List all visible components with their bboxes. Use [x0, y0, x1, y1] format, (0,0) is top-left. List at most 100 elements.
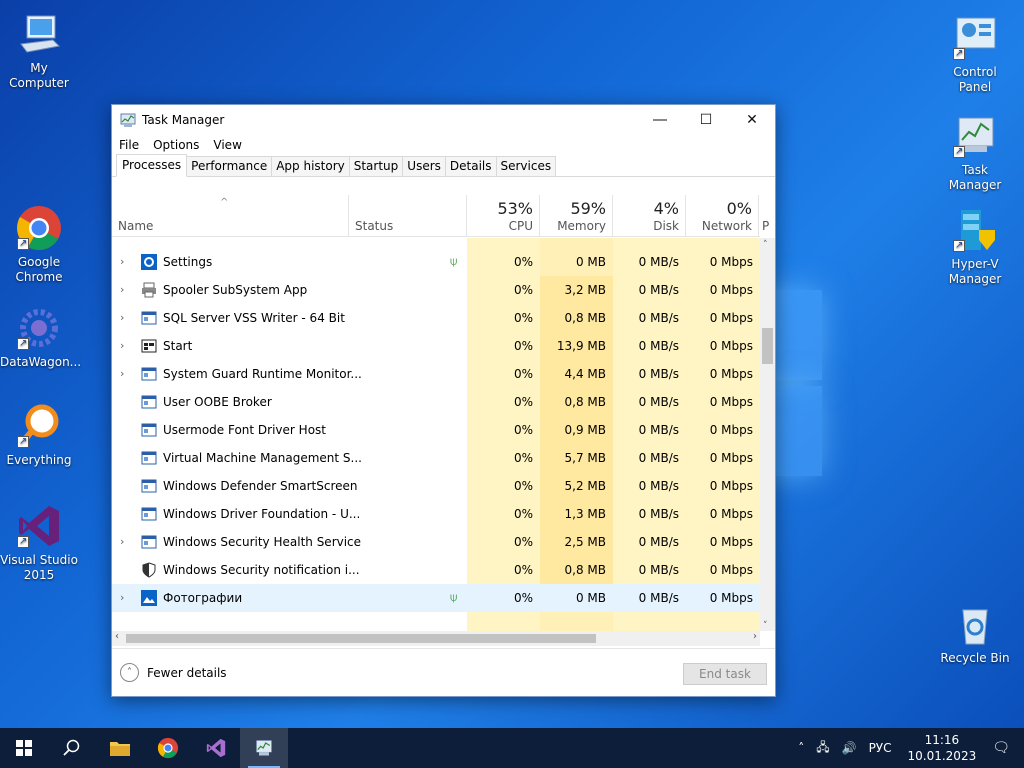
process-cpu: 0% [513, 367, 533, 381]
tab-users[interactable]: Users [402, 156, 446, 176]
scroll-down-icon[interactable]: ˅ [763, 621, 768, 631]
process-table-header: ^ Name Status 53% CPU 59% Memory 4% Disk… [112, 195, 769, 237]
process-cpu: 0% [513, 255, 533, 269]
printer-icon [141, 282, 157, 298]
end-task-button[interactable]: End task [683, 663, 767, 685]
desktop-icon-my-computer[interactable]: My Computer [0, 10, 78, 91]
clock-date: 10.01.2023 [907, 749, 977, 763]
tab-app-history[interactable]: App history [271, 156, 350, 176]
desktop-icon-visual-studio[interactable]: Visual Studio 2015 [0, 502, 78, 583]
taskbar-file-explorer[interactable] [96, 728, 144, 768]
process-memory: 0,8 MB [540, 388, 613, 416]
task-manager-window[interactable]: Task Manager ― ☐ ✕ File Options View Pro… [111, 104, 776, 697]
table-row[interactable]: › Spooler SubSystem App 0% 3,2 MB 0 MB/s 0 Mb… [112, 276, 760, 304]
chevron-right-icon[interactable]: › [120, 360, 124, 388]
service-icon [141, 394, 157, 410]
table-row[interactable]: › System Guard Runtime Monitor... 0% 4,4 MB… [112, 360, 760, 388]
process-cpu: 0% [513, 507, 533, 521]
table-row[interactable]: › Settings ⍦ 0% 0 MB 0 MB/s 0 Mbps [112, 248, 760, 276]
maximize-button[interactable]: ☐ [683, 105, 729, 135]
horizontal-scroll-thumb[interactable] [126, 634, 596, 643]
table-row[interactable]: › Фотографии ⍦ 0% 0 MB 0 MB/s 0 Mbps [112, 584, 760, 612]
tab-startup[interactable]: Startup [348, 156, 404, 176]
table-row[interactable]: Windows Driver Foundation - U... 0% 1,3 MB… [112, 500, 760, 528]
process-cpu: 0% [513, 423, 533, 437]
chevron-right-icon[interactable]: › [120, 304, 124, 332]
table-row[interactable]: Windows Security notification i... 0% 0,8 … [112, 556, 760, 584]
desktop-icon-everything[interactable]: Everything [0, 402, 78, 468]
tab-performance[interactable]: Performance [186, 156, 273, 176]
shortcut-arrow-icon [17, 236, 29, 251]
table-row[interactable]: › SQL Server VSS Writer - 64 Bit 0% 0,8 MB 0… [112, 304, 760, 332]
column-header-power[interactable]: P [759, 195, 773, 237]
column-header-cpu[interactable]: 53% CPU [467, 195, 540, 237]
close-button[interactable]: ✕ [729, 105, 775, 135]
search-button[interactable] [48, 728, 96, 768]
clock[interactable]: 11:16 10.01.2023 [908, 732, 977, 764]
menu-view[interactable]: View [213, 138, 241, 152]
process-name: Windows Driver Foundation - U... [163, 507, 361, 521]
desktop-icon-control-panel[interactable]: Control Panel [936, 14, 1014, 95]
process-cpu: 0% [513, 591, 533, 605]
show-hidden-icons-icon[interactable]: ˄ [798, 741, 804, 755]
menu-options[interactable]: Options [153, 138, 199, 152]
chevron-right-icon[interactable]: › [120, 528, 124, 556]
column-header-network[interactable]: 0% Network [686, 195, 759, 237]
tab-services[interactable]: Services [495, 156, 557, 176]
process-memory: 5,2 MB [540, 472, 613, 500]
scroll-left-icon[interactable]: ‹ [115, 631, 119, 642]
desktop-icon-google-chrome[interactable]: Google Chrome [0, 204, 78, 285]
taskbar-task-manager[interactable] [240, 728, 288, 768]
vertical-scrollbar[interactable]: ˄ ˅ [760, 238, 775, 631]
tab-processes[interactable]: Processes [116, 154, 188, 177]
menu-file[interactable]: File [119, 138, 139, 152]
desktop-icon-task-manager[interactable]: Task Manager [936, 112, 1014, 193]
process-disk: 0 MB/s [638, 395, 679, 409]
chevron-right-icon[interactable]: › [120, 248, 124, 276]
taskbar-visual-studio[interactable] [192, 728, 240, 768]
process-disk: 0 MB/s [638, 451, 679, 465]
desktop-icon-hyper-v-manager[interactable]: Hyper-V Manager [936, 206, 1014, 287]
column-header-status[interactable]: Status [348, 195, 467, 237]
fewer-details-button[interactable]: ˄ Fewer details [120, 663, 227, 682]
column-header-name[interactable]: ^ Name [112, 195, 348, 237]
horizontal-scrollbar[interactable]: ‹ › [112, 631, 760, 646]
scroll-right-icon[interactable]: › [753, 631, 757, 642]
desktop-icon-recycle-bin[interactable]: Recycle Bin [936, 600, 1014, 666]
table-row[interactable]: Windows Defender SmartScreen 0% 5,2 MB 0 MB… [112, 472, 760, 500]
scroll-up-icon[interactable]: ˄ [763, 240, 768, 250]
chevron-up-icon: ˄ [120, 663, 139, 682]
table-row[interactable]: › Windows Security Health Service 0% 2,5 MB… [112, 528, 760, 556]
process-disk: 0 MB/s [638, 339, 679, 353]
tab-details[interactable]: Details [444, 156, 497, 176]
process-disk: 0 MB/s [638, 283, 679, 297]
volume-icon[interactable]: 🔊 [842, 741, 857, 755]
taskbar-chrome[interactable] [144, 728, 192, 768]
process-network: 0 Mbps [709, 563, 753, 577]
table-row[interactable]: Virtual Machine Management S... 0% 5,7 MB 0… [112, 444, 760, 472]
chevron-right-icon[interactable]: › [120, 276, 124, 304]
title-bar[interactable]: Task Manager ― ☐ ✕ [112, 105, 775, 135]
windows-logo-icon [16, 740, 32, 756]
vertical-scroll-thumb[interactable] [762, 328, 773, 364]
input-language[interactable]: РУС [869, 741, 892, 755]
chevron-right-icon[interactable]: › [120, 332, 124, 360]
column-header-memory[interactable]: 59% Memory [540, 195, 613, 237]
chevron-right-icon[interactable]: › [120, 584, 124, 612]
minimize-button[interactable]: ― [637, 105, 683, 135]
task-manager-icon [120, 113, 136, 127]
notifications-icon[interactable]: 🗨 [992, 740, 1010, 756]
network-icon[interactable]: 🖧 [816, 738, 829, 759]
table-row[interactable]: › Start 0% 13,9 MB 0 MB/s 0 Mbps [112, 332, 760, 360]
column-header-disk[interactable]: 4% Disk [613, 195, 686, 237]
shortcut-arrow-icon [953, 238, 965, 253]
process-name: Windows Defender SmartScreen [163, 479, 358, 493]
table-row[interactable]: Usermode Font Driver Host 0% 0,9 MB 0 MB/s 0… [112, 416, 760, 444]
process-cpu: 0% [513, 479, 533, 493]
start-button[interactable] [0, 728, 48, 768]
recycle-bin-icon [962, 609, 988, 645]
desktop-icon-datawagon[interactable]: DataWagon... [0, 304, 81, 370]
table-row[interactable]: User OOBE Broker 0% 0,8 MB 0 MB/s 0 Mbps [112, 388, 760, 416]
service-icon [141, 534, 157, 550]
process-memory: 3,2 MB [540, 276, 613, 304]
